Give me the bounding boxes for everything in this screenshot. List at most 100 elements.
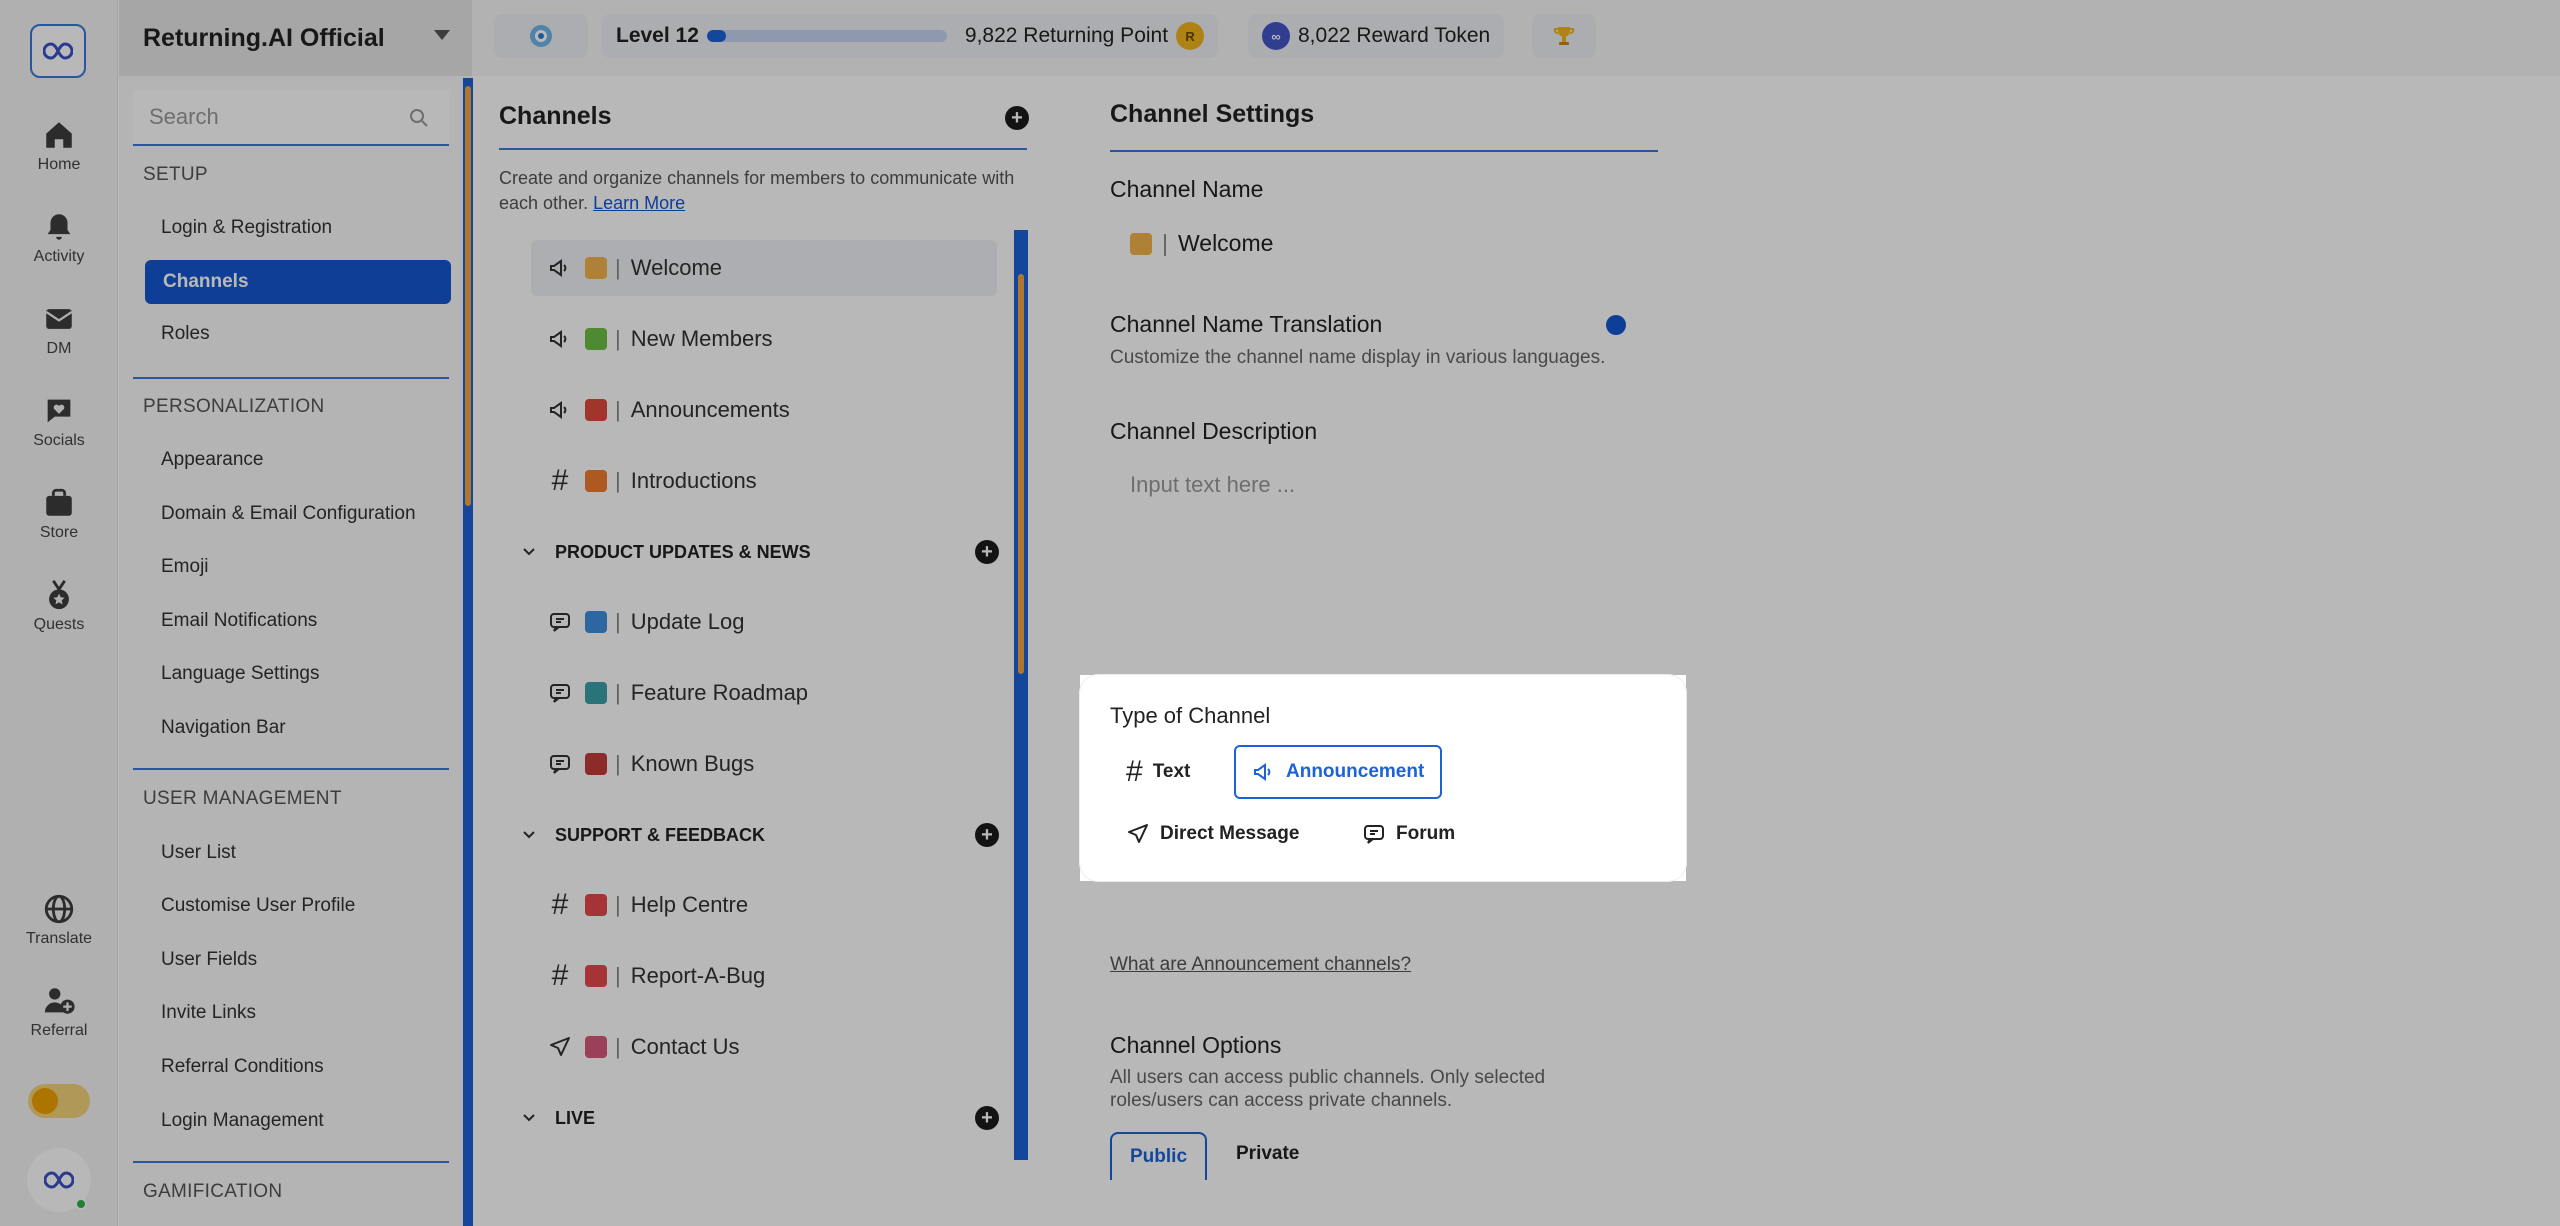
trophy-icon [1553, 27, 1575, 45]
channel-item[interactable]: | Announcements [531, 382, 997, 438]
sidebar-scrollbar[interactable] [463, 78, 473, 1226]
scrollbar-thumb[interactable] [465, 86, 471, 506]
rail-translate[interactable]: Translate [0, 892, 118, 948]
sidebar-search-input[interactable]: Search [133, 90, 449, 146]
rail-referral-label: Referral [30, 1022, 88, 1039]
channel-name-field[interactable]: | Welcome [1130, 230, 1273, 257]
add-channel-to-category-button[interactable]: + [975, 1106, 999, 1130]
theme-toggle[interactable] [28, 1084, 90, 1118]
add-channel-to-category-button[interactable]: + [975, 823, 999, 847]
sun-icon [32, 1088, 58, 1114]
learn-more-link[interactable]: Learn More [593, 193, 685, 213]
channel-item[interactable]: # | Help Centre [531, 877, 997, 933]
scrollbar-thumb[interactable] [1018, 274, 1024, 674]
channel-item[interactable]: | Contact Us [531, 1019, 997, 1075]
channel-name: Update Log [630, 609, 745, 634]
waving-hand-icon [1130, 232, 1152, 255]
rail-dm[interactable]: DM [0, 302, 118, 358]
category-name: SUPPORT & FEEDBACK [555, 824, 766, 845]
rail-activity-label: Activity [33, 248, 85, 265]
sidebar-item-user-fields[interactable]: User Fields [143, 938, 257, 982]
rail-socials[interactable]: Socials [0, 394, 118, 450]
sidebar-item-email-notifications[interactable]: Email Notifications [143, 599, 317, 643]
channel-name: New Members [630, 326, 773, 351]
sidebar-item-login-management[interactable]: Login Management [143, 1099, 324, 1143]
channel-settings-panel: Channel Settings Channel Name | Welcome … [1054, 78, 2560, 1226]
level-progress[interactable]: Level 12 9,822 Returning Point R [602, 14, 1219, 58]
rail-activity[interactable]: Activity [0, 210, 118, 266]
channel-item[interactable]: | Known Bugs [531, 736, 997, 792]
channel-emoji-icon [585, 328, 607, 350]
rail-store[interactable]: Store [0, 486, 118, 542]
translation-toggle[interactable] [1606, 315, 1626, 335]
rail-quests[interactable]: Quests [0, 578, 118, 634]
channel-item[interactable]: | Update Log [531, 594, 997, 650]
name-separator: | [615, 255, 621, 280]
sidebar-item-emoji[interactable]: Emoji [143, 545, 209, 589]
channel-item[interactable]: | Feature Roadmap [531, 665, 997, 721]
visibility-public-button[interactable]: Public [1110, 1132, 1208, 1180]
channel-name: Feature Roadmap [630, 680, 809, 705]
type-text-button[interactable]: # Text [1110, 745, 1206, 799]
paper-plane-icon [1128, 824, 1148, 843]
megaphone-icon [545, 327, 575, 351]
sidebar-item-user-list[interactable]: User List [143, 831, 236, 875]
chevron-down-icon [523, 548, 535, 556]
add-channel-to-category-button[interactable]: + [975, 540, 999, 564]
channel-options-label: Channel Options [1110, 1032, 1282, 1058]
sidebar-item-appearance[interactable]: Appearance [143, 438, 263, 482]
channel-category[interactable]: SUPPORT & FEEDBACK + [519, 815, 999, 855]
type-announcement-button[interactable]: Announcement [1234, 745, 1443, 799]
sidebar-item-roles[interactable]: Roles [143, 312, 210, 356]
sidebar-item-navigation-bar[interactable]: Navigation Bar [143, 706, 286, 750]
reward-token-button[interactable]: ∞ 8,022 Reward Token [1248, 14, 1505, 58]
name-separator: | [615, 609, 621, 634]
channels-panel: Channels + Create and organize channels … [473, 78, 1053, 1226]
type-direct-message-button[interactable]: Direct Message [1110, 807, 1315, 861]
type-text-label: Text [1152, 761, 1191, 782]
channel-item[interactable]: | New Members [531, 311, 997, 367]
forum-icon [1364, 825, 1384, 844]
sidebar-item-domain-email[interactable]: Domain & Email Configuration [143, 492, 416, 536]
channels-title: Channels [499, 102, 612, 130]
sidebar-item-customise-user-profile[interactable]: Customise User Profile [143, 884, 355, 928]
channel-name-label: Channel Name [1110, 176, 1264, 202]
sidebar-item-language-settings[interactable]: Language Settings [143, 652, 319, 696]
points-label: 9,822 Returning Point [964, 24, 1169, 47]
rail-referral[interactable]: Referral [0, 984, 118, 1040]
settings-title: Channel Settings [1110, 100, 1315, 128]
visibility-private-button[interactable]: Private [1218, 1132, 1317, 1176]
trophy-button[interactable] [1532, 14, 1596, 58]
channel-description-input[interactable]: Input text here ... [1130, 472, 1295, 498]
name-separator: | [615, 680, 621, 705]
profile-avatar[interactable] [27, 1148, 91, 1212]
channel-item[interactable]: | Welcome [531, 240, 997, 296]
workspace-switcher[interactable]: Returning.AI Official [119, 0, 472, 76]
channel-name: Help Centre [630, 892, 749, 917]
channel-item[interactable]: # | Introductions [531, 453, 997, 509]
type-forum-button[interactable]: Forum [1346, 807, 1471, 861]
translation-hint: Customize the channel name display in va… [1110, 347, 1606, 368]
add-channel-button[interactable]: + [1005, 106, 1029, 130]
sidebar-item-channels[interactable]: Channels [145, 260, 451, 304]
channel-list-scrollbar[interactable] [1014, 230, 1028, 1160]
rail-home-label: Home [37, 156, 81, 173]
rail-home[interactable]: Home [0, 118, 118, 174]
channel-category[interactable]: LIVE + [519, 1098, 999, 1138]
name-separator: | [615, 397, 621, 422]
title-underline [1110, 150, 1658, 152]
app-logo[interactable] [30, 24, 86, 78]
sidebar-item-referral-conditions[interactable]: Referral Conditions [143, 1045, 324, 1089]
name-separator: | [615, 963, 621, 988]
sidebar-item-login-registration[interactable]: Login & Registration [143, 206, 332, 250]
settings-sidebar: Returning.AI Official Search SETUP Login… [119, 0, 472, 1226]
channel-emoji-icon [585, 894, 607, 916]
channel-category[interactable]: PRODUCT UPDATES & NEWS + [519, 532, 999, 572]
channels-description-text: Create and organize channels for members… [499, 168, 1015, 213]
megaphone-icon [545, 256, 575, 280]
channel-item[interactable]: # | Report-A-Bug [531, 948, 997, 1004]
what-are-announcement-channels-link[interactable]: What are Announcement channels? [1110, 954, 1411, 976]
online-status-dot [75, 1198, 87, 1210]
sidebar-item-invite-links[interactable]: Invite Links [143, 991, 256, 1035]
rank-badge-button[interactable] [494, 14, 588, 58]
